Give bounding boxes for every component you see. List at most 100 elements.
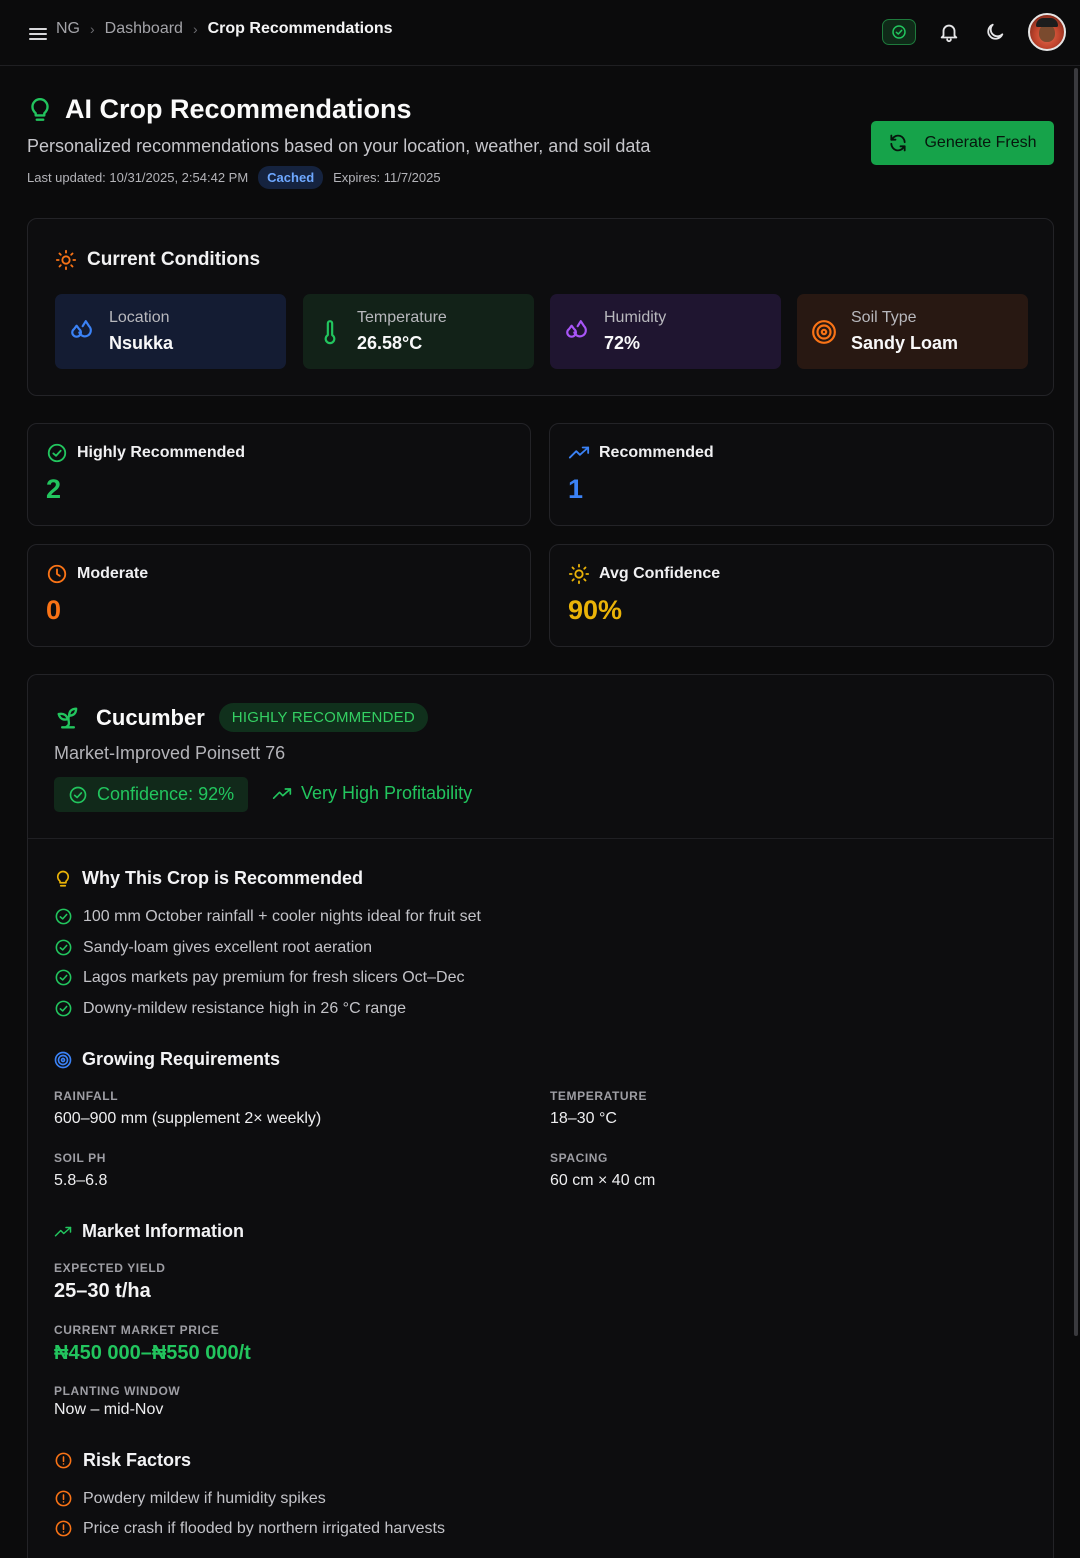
recommendation-badge: HIGHLY RECOMMENDED <box>218 703 428 732</box>
why-section-title: Why This Crop is Recommended <box>54 868 363 889</box>
planting-window-value: Now – mid-Nov <box>54 1401 164 1418</box>
avg-confidence-value: 90% <box>568 595 623 625</box>
profitability-indicator: Very High Profitability <box>272 783 472 804</box>
market-price-label: CURRENT MARKET PRICE <box>54 1323 220 1337</box>
humidity-label: Humidity <box>604 309 667 326</box>
temperature-req-label: TEMPERATURE <box>550 1089 648 1103</box>
breadcrumb: NG › Dashboard › Crop Recommendations <box>56 20 393 38</box>
risk-text: Powdery mildew if humidity spikes <box>83 1489 326 1507</box>
generate-fresh-label: Generate Fresh <box>924 134 1037 151</box>
current-conditions-card: Current Conditions Location Nsukka Tempe… <box>27 218 1054 396</box>
confidence-text: Confidence: 92% <box>97 784 235 804</box>
recommended-card: Recommended 1 <box>549 423 1054 526</box>
market-price-value: ₦450 000–₦550 000/t <box>54 1342 251 1364</box>
check-circle-icon <box>69 786 87 803</box>
reason-item: 100 mm October rainfall + cooler nights … <box>54 907 481 926</box>
page-title: AI Crop Recommendations <box>65 94 412 124</box>
soil-ph-value: 5.8–6.8 <box>54 1172 108 1189</box>
highly-recommended-count: 2 <box>46 474 62 504</box>
risk-item: Price crash if flooded by northern irrig… <box>54 1519 445 1538</box>
reason-item: Downy-mildew resistance high in 26 °C ra… <box>54 999 406 1018</box>
thermometer-icon <box>324 319 336 344</box>
spacing-label: SPACING <box>550 1151 608 1165</box>
temperature-req-value: 18–30 °C <box>550 1110 617 1127</box>
reason-text: 100 mm October rainfall + cooler nights … <box>83 907 481 925</box>
connection-status-indicator[interactable] <box>882 19 916 45</box>
risk-text: Price crash if flooded by northern irrig… <box>83 1519 445 1537</box>
yield-label: EXPECTED YIELD <box>54 1261 166 1275</box>
target-icon <box>54 1051 72 1068</box>
lightbulb-icon <box>31 97 49 121</box>
target-icon <box>812 319 836 344</box>
sun-icon <box>55 249 77 271</box>
temperature-label: Temperature <box>357 309 447 326</box>
breadcrumb-dashboard[interactable]: Dashboard <box>105 20 183 38</box>
humidity-tile: Humidity 72% <box>550 294 781 369</box>
generate-fresh-button[interactable]: Generate Fresh <box>871 121 1054 165</box>
chevron-right-icon: › <box>192 21 198 37</box>
location-value: Nsukka <box>109 333 174 353</box>
chevron-right-icon: › <box>90 21 95 37</box>
refresh-icon <box>890 134 907 152</box>
moderate-label: Moderate <box>77 565 149 582</box>
check-circle-icon <box>47 443 67 463</box>
planting-window-label: PLANTING WINDOW <box>54 1384 181 1398</box>
soil-type-label: Soil Type <box>851 309 917 326</box>
profitability-text: Very High Profitability <box>301 783 473 803</box>
avg-confidence-label: Avg Confidence <box>599 565 721 582</box>
moderate-count: 0 <box>46 595 62 625</box>
recommended-label: Recommended <box>599 444 714 461</box>
conditions-title: Current Conditions <box>87 249 261 270</box>
avg-confidence-card: Avg Confidence 90% <box>549 544 1054 647</box>
reason-text: Lagos markets pay premium for fresh slic… <box>83 968 465 986</box>
menu-icon[interactable] <box>26 22 50 46</box>
last-updated-text: Last updated: 10/31/2025, 2:54:42 PM <box>27 170 249 185</box>
lightbulb-icon <box>56 870 70 887</box>
page-scrollbar[interactable] <box>1074 68 1078 1336</box>
droplets-icon <box>71 319 92 338</box>
bell-icon <box>940 24 958 43</box>
reason-text: Downy-mildew resistance high in 26 °C ra… <box>83 999 406 1017</box>
highly-recommended-label: Highly Recommended <box>77 444 246 461</box>
breadcrumb-root[interactable]: NG <box>56 20 80 38</box>
reason-item: Lagos markets pay premium for fresh slic… <box>54 968 464 987</box>
market-section-title: Market Information <box>54 1221 244 1242</box>
risk-item: Powdery mildew if humidity spikes <box>54 1489 326 1508</box>
growing-section-title: Growing Requirements <box>54 1049 280 1070</box>
recommended-count: 1 <box>568 474 584 504</box>
check-circle-icon <box>892 25 906 39</box>
yield-value: 25–30 t/ha <box>54 1280 151 1302</box>
reason-item: Sandy-loam gives excellent root aeration <box>54 938 372 957</box>
alert-circle-icon <box>55 1520 72 1537</box>
growing-title: Growing Requirements <box>82 1049 281 1069</box>
expires-text: Expires: 11/7/2025 <box>333 170 441 185</box>
spacing-value: 60 cm × 40 cm <box>550 1172 656 1189</box>
location-tile: Location Nsukka <box>55 294 286 369</box>
clock-icon <box>47 564 67 584</box>
alert-circle-icon <box>55 1452 72 1469</box>
location-label: Location <box>109 309 170 326</box>
rainfall-value: 600–900 mm (supplement 2× weekly) <box>54 1110 322 1127</box>
rainfall-label: RAINFALL <box>54 1089 119 1103</box>
check-circle-icon <box>55 908 72 925</box>
theme-toggle-button[interactable] <box>982 19 1008 45</box>
crop-name: Cucumber <box>96 704 205 730</box>
sun-icon <box>568 563 590 585</box>
check-circle-icon <box>55 1000 72 1017</box>
check-circle-icon <box>55 939 72 956</box>
reason-text: Sandy-loam gives excellent root aeration <box>83 938 373 956</box>
soil-type-value: Sandy Loam <box>851 333 959 353</box>
market-title: Market Information <box>82 1221 245 1241</box>
risk-title: Risk Factors <box>83 1450 192 1470</box>
avatar-hat <box>1036 18 1058 27</box>
alert-circle-icon <box>55 1490 72 1507</box>
user-avatar[interactable] <box>1028 13 1066 51</box>
check-circle-icon <box>55 969 72 986</box>
breadcrumb-current: Crop Recommendations <box>207 20 393 37</box>
crop-variety: Market-Improved Poinsett 76 <box>54 743 286 763</box>
cache-meta: Last updated: 10/31/2025, 2:54:42 PM Cac… <box>27 166 441 189</box>
notifications-button[interactable] <box>936 19 962 45</box>
moderate-card: Moderate 0 <box>27 544 531 647</box>
confidence-badge: Confidence: 92% <box>54 777 249 812</box>
top-bar: NG › Dashboard › Crop Recommendations <box>0 0 1080 66</box>
